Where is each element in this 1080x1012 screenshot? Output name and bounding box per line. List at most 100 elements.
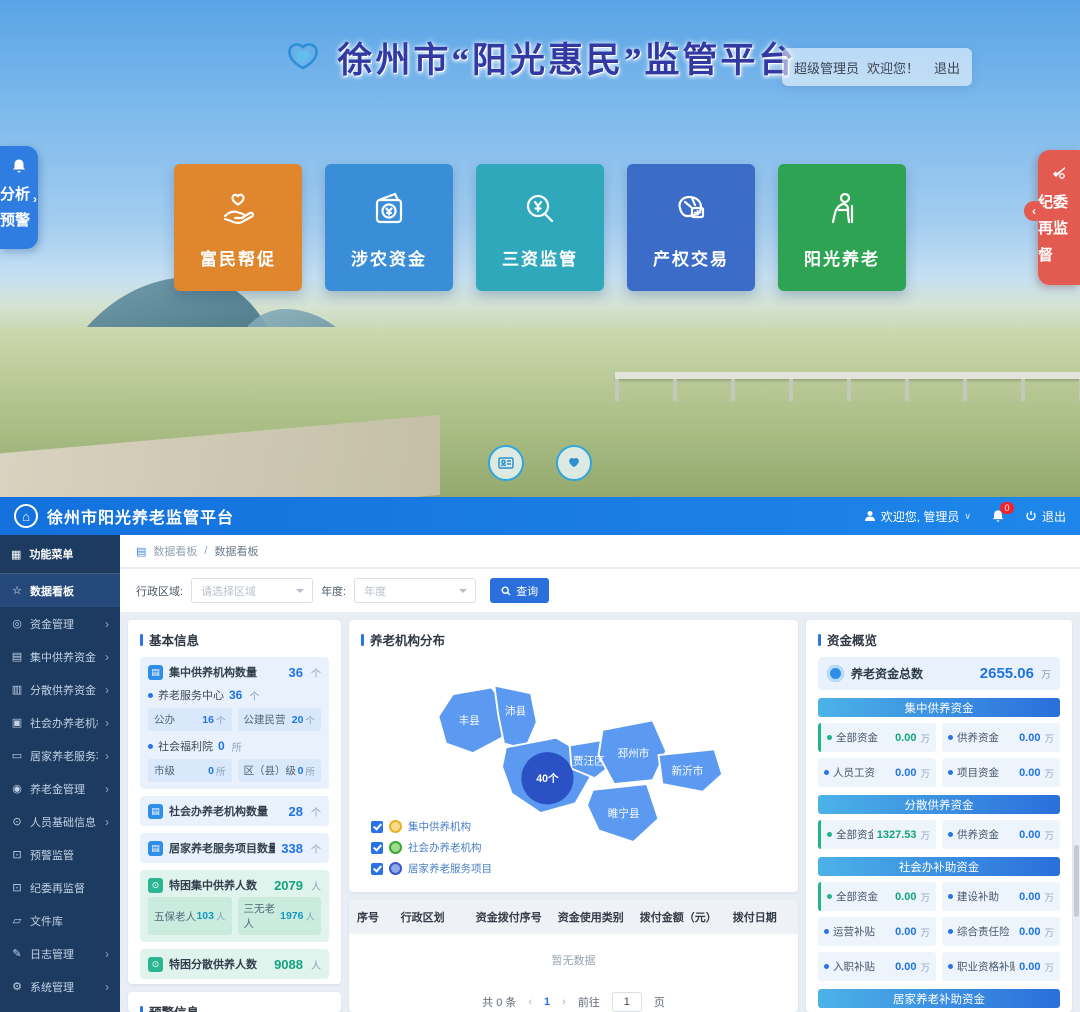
- bullet-icon: [824, 964, 829, 969]
- user-welcome-text: 欢迎您, 管理员: [881, 508, 960, 525]
- heart-hands-button[interactable]: [556, 445, 592, 481]
- section-banner: 居家养老补助资金: [818, 989, 1060, 1008]
- total-count: 共 0 条: [482, 994, 516, 1010]
- sidebar-item-dashboard[interactable]: ☆数据看板: [0, 574, 120, 607]
- service-center-line: 养老服务中心 36 个: [148, 687, 321, 703]
- disbursement-table: 序号 行政区划 资金拨付序号 资金使用类别 拨付金额（元） 拨付日期: [349, 900, 798, 934]
- portal-logo-icon: [283, 38, 323, 78]
- search-icon: [501, 586, 511, 596]
- sidebar-item-system-management[interactable]: ⚙系统管理: [0, 970, 120, 1003]
- sidebar-item-personnel-info[interactable]: ⊙人员基础信息: [0, 805, 120, 838]
- sidebar-item-pension-management[interactable]: ◉养老金管理: [0, 772, 120, 805]
- marker-icon: [389, 841, 402, 854]
- next-page-button[interactable]: ›: [562, 996, 566, 1008]
- search-button[interactable]: 查询: [490, 578, 549, 603]
- ring-icon: [827, 665, 844, 682]
- sidebar-item-discipline-supervision[interactable]: ⊡纪委再监督: [0, 871, 120, 904]
- stat-chip: 公建民营20个: [238, 708, 322, 731]
- hand-heart-icon: [215, 186, 261, 232]
- stat-chip: 公办16个: [148, 708, 232, 731]
- checkbox-checked-icon[interactable]: [371, 842, 383, 854]
- prev-page-button[interactable]: ‹: [528, 996, 532, 1008]
- analysis-warning-tab[interactable]: 分析预警 ›: [0, 146, 38, 249]
- tile-sanzi-jianguan[interactable]: 三资监管: [476, 164, 604, 291]
- col-header: 资金使用类别: [550, 900, 632, 934]
- pension-fund-total: 养老资金总数 2655.06 万: [818, 657, 1060, 690]
- tile-chanquan-jiaoyi[interactable]: 产权交易: [627, 164, 755, 291]
- sidebar-item-home-care-projects[interactable]: ▭居家养老服务项目: [0, 739, 120, 772]
- logout-button[interactable]: 退出: [1025, 508, 1066, 525]
- checkbox-checked-icon[interactable]: [371, 821, 383, 833]
- portal-logout-link[interactable]: 退出: [934, 58, 960, 77]
- page-number-button[interactable]: 1: [544, 996, 550, 1008]
- section-banner: 社会办补助资金: [818, 857, 1060, 876]
- doc-icon: ▤: [148, 665, 163, 680]
- year-select[interactable]: 年度: [354, 578, 476, 603]
- doc-icon: ▤: [148, 841, 163, 856]
- sidebar-item-decentralized-funds[interactable]: ▥分散供养资金: [0, 673, 120, 706]
- tile-shenong-zijin[interactable]: 涉农资金: [325, 164, 453, 291]
- bridge-art: [615, 372, 1080, 379]
- app-title: 徐州市阳光养老监管平台: [47, 504, 234, 528]
- bullet-icon: [824, 770, 829, 775]
- tile-label: 产权交易: [653, 245, 729, 270]
- breadcrumb-root[interactable]: 数据看板: [153, 543, 197, 559]
- user-icon: [864, 510, 876, 522]
- id-card-button[interactable]: [488, 445, 524, 481]
- document-icon: ▤: [136, 545, 146, 558]
- edit-icon: ✎: [11, 947, 23, 960]
- tile-yangguang-yanglao[interactable]: 阳光养老: [778, 164, 906, 291]
- coin-icon: ◉: [11, 782, 23, 795]
- welfare-institute-line: 社会福利院 0 所: [148, 738, 321, 754]
- discipline-supervision-tab[interactable]: 纪委再监督 ‹: [1038, 150, 1080, 285]
- map-label: 新沂市: [672, 764, 704, 777]
- map-label: 睢宁县: [608, 807, 640, 820]
- tile-fumin-bangcu[interactable]: 富民帮促: [174, 164, 302, 291]
- portal-user-name: 超级管理员: [794, 58, 859, 77]
- scrollbar-thumb[interactable]: [1074, 845, 1079, 917]
- tab-label: 纪委再监督: [1038, 190, 1080, 269]
- bullet-icon: [948, 894, 953, 899]
- legend-home-care-projects[interactable]: 居家养老服务项目: [371, 861, 492, 876]
- goto-page-input[interactable]: [612, 992, 642, 1012]
- sidebar-item-file-library[interactable]: ▱文件库: [0, 904, 120, 937]
- bullet-icon: [827, 894, 832, 899]
- fund-item: 全部资金0.00万: [818, 882, 936, 911]
- goto-label: 前往: [578, 994, 600, 1010]
- sidebar-item-warning-supervision[interactable]: ⊡预警监管: [0, 838, 120, 871]
- user-menu[interactable]: 欢迎您, 管理员 ∨: [864, 508, 971, 525]
- bullet-icon: [824, 929, 829, 934]
- marker-icon: [389, 862, 402, 875]
- notifications-button[interactable]: 0: [991, 509, 1005, 523]
- sidebar-item-centralized-funds[interactable]: ▤集中供养资金: [0, 640, 120, 673]
- fund-item: 供养资金0.00万: [942, 723, 1060, 752]
- map-legend: 集中供养机构 社会办养老机构 居家养老服务项目: [365, 815, 498, 880]
- trade-icon: [668, 186, 714, 232]
- checkbox-checked-icon[interactable]: [371, 863, 383, 875]
- col-header: 拨付日期: [725, 900, 798, 934]
- decentralized-support-panel: ⊙ 特困分散供养人数 9088 人: [140, 949, 329, 979]
- building-icon: ▣: [11, 716, 23, 729]
- map-label: 邳州市: [617, 747, 649, 760]
- portal-welcome: 欢迎您！: [867, 58, 919, 77]
- sidebar-item-log-management[interactable]: ✎日志管理: [0, 937, 120, 970]
- chevron-down-icon: ∨: [964, 511, 971, 522]
- map-bubble-label: 40个: [536, 772, 559, 785]
- notification-badge: 0: [1000, 502, 1014, 514]
- sidebar-menu-header: ▦ 功能菜单: [0, 535, 120, 574]
- tile-label: 阳光养老: [804, 245, 880, 270]
- monitor-icon: ▭: [11, 749, 23, 762]
- hero-quick-buttons: [488, 445, 592, 481]
- col-header: 资金拨付序号: [468, 900, 550, 934]
- bullet-icon: [827, 735, 832, 740]
- sidebar-item-funds[interactable]: ◎资金管理: [0, 607, 120, 640]
- region-select[interactable]: 请选择区域: [191, 578, 313, 603]
- funds-overview-card: 资金概览 养老资金总数 2655.06 万 集中供养资金 全部资金0.00万 供…: [806, 620, 1072, 1012]
- warning-info-card: 预警信息 预警总数 0 条: [128, 992, 341, 1012]
- person-icon: ⊙: [148, 957, 163, 972]
- legend-centralized-institutions[interactable]: 集中供养机构: [371, 819, 492, 834]
- person-icon: ⊙: [11, 815, 23, 828]
- legend-social-institutions[interactable]: 社会办养老机构: [371, 840, 492, 855]
- logout-label: 退出: [1042, 508, 1066, 525]
- sidebar-item-social-institutions[interactable]: ▣社会办养老机构: [0, 706, 120, 739]
